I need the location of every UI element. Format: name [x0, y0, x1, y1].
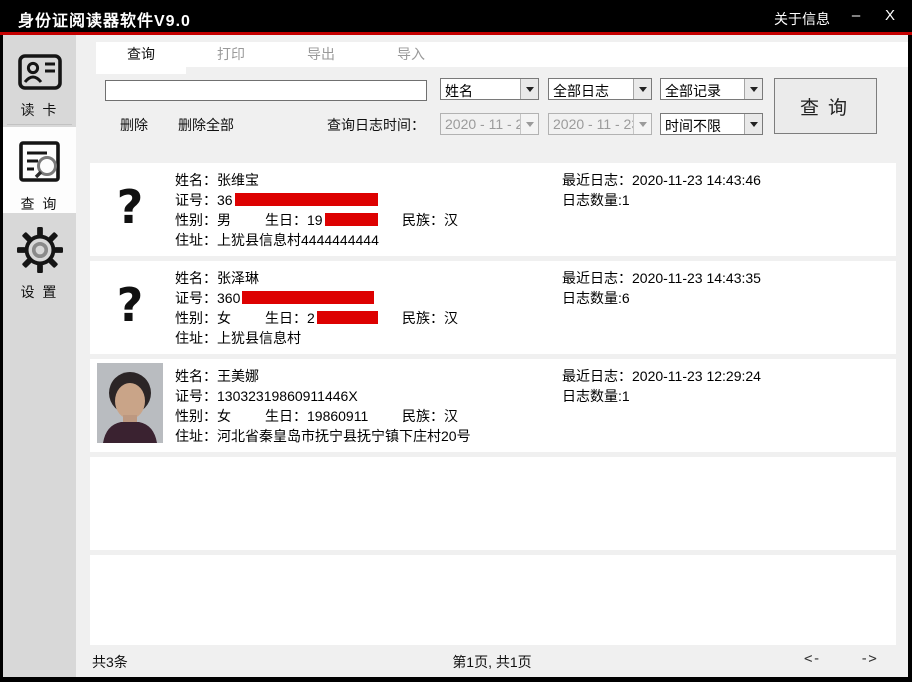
- tab-export[interactable]: 导出: [276, 42, 366, 67]
- record-name: 姓名：张维宝: [175, 170, 259, 190]
- chevron-down-icon[interactable]: [633, 114, 651, 134]
- log-type-select[interactable]: 全部日志: [548, 78, 652, 100]
- record-type-select-value: 全部记录: [665, 81, 721, 101]
- record-name: 姓名：张泽琳: [175, 268, 259, 288]
- main-panel: 查询 打印 导出 导入 姓名 全部日志 全部记录 查询 删除 删除全部 查询日志…: [76, 35, 908, 677]
- tab-query[interactable]: 查询: [96, 42, 186, 74]
- query-button[interactable]: 查询: [774, 78, 877, 134]
- about-menu-item[interactable]: 关于信息: [774, 9, 830, 29]
- time-range-select[interactable]: 时间不限: [660, 113, 763, 135]
- minimize-button[interactable]: –: [846, 7, 866, 24]
- record-row[interactable]: ? 姓名：张维宝 证号：36 性别：男 生日：19 民族：汉 住址：上犹县信息村…: [90, 163, 896, 256]
- chevron-down-icon[interactable]: [520, 79, 538, 99]
- sidebar-item-read-card[interactable]: 读 卡: [3, 53, 76, 123]
- record-row[interactable]: 姓名：王美娜 证号：13032319860911446X 性别：女 生日：198…: [90, 359, 896, 452]
- record-last-log: 最近日志：2020-11-23 12:29:24: [562, 366, 761, 386]
- sidebar-item-settings[interactable]: 设 置: [3, 227, 76, 297]
- app-window: 身份证阅读器软件V9.0 关于信息 – X 读 卡: [0, 0, 912, 682]
- prev-page-button[interactable]: <-: [804, 651, 821, 667]
- tab-bar: 查询 打印 导出 导入: [96, 42, 456, 74]
- portrait-photo: [97, 363, 163, 443]
- record-address: 住址：上犹县信息村: [175, 328, 301, 348]
- date-from-value: 2020 - 11 - 23: [445, 116, 531, 132]
- record-row-empty: [90, 457, 896, 550]
- next-page-button[interactable]: ->: [860, 651, 877, 667]
- record-log-count: 日志数量:1: [562, 386, 630, 406]
- sidebar-item-label: 查 询: [21, 196, 59, 212]
- time-range-value: 时间不限: [665, 116, 721, 136]
- delete-button[interactable]: 删除: [120, 115, 148, 135]
- close-button[interactable]: X: [880, 7, 900, 24]
- photo-placeholder-question-mark: ?: [97, 265, 163, 345]
- delete-all-button[interactable]: 删除全部: [178, 115, 234, 135]
- redaction-bar: [325, 213, 378, 226]
- field-select-value: 姓名: [445, 81, 473, 101]
- redaction-bar: [235, 193, 378, 206]
- record-log-count: 日志数量:6: [562, 288, 630, 308]
- record-name: 姓名：王美娜: [175, 366, 259, 386]
- record-log-count: 日志数量:1: [562, 190, 630, 210]
- gear-icon: [3, 227, 76, 278]
- window-title: 身份证阅读器软件V9.0: [18, 7, 191, 31]
- title-bar: 身份证阅读器软件V9.0 关于信息 – X: [0, 0, 912, 32]
- date-from-picker[interactable]: 2020 - 11 - 23: [440, 113, 539, 135]
- log-time-label: 查询日志时间：: [327, 115, 425, 135]
- page-indicator: 第1页, 共1页: [76, 652, 908, 672]
- field-select[interactable]: 姓名: [440, 78, 539, 100]
- search-input[interactable]: [105, 80, 427, 101]
- record-row-empty: [90, 555, 896, 645]
- record-id: 证号：13032319860911446X: [175, 386, 358, 406]
- tab-print[interactable]: 打印: [186, 42, 276, 67]
- sidebar-item-query[interactable]: 查 询: [3, 127, 76, 213]
- record-last-log: 最近日志：2020-11-23 14:43:46: [562, 170, 761, 190]
- id-card-icon: [3, 53, 76, 96]
- date-to-picker[interactable]: 2020 - 11 - 23: [548, 113, 652, 135]
- record-id: 证号：36: [175, 190, 378, 210]
- record-id: 证号：360: [175, 288, 374, 308]
- record-address: 住址：河北省秦皇岛市抚宁县抚宁镇下庄村20号: [175, 426, 471, 446]
- chevron-down-icon[interactable]: [520, 114, 538, 134]
- redaction-bar: [317, 311, 378, 324]
- record-address: 住址：上犹县信息村4444444444: [175, 230, 379, 250]
- search-doc-icon: [3, 139, 76, 190]
- sidebar-item-label: 读 卡: [21, 102, 59, 118]
- record-last-log: 最近日志：2020-11-23 14:43:35: [562, 268, 761, 288]
- record-row[interactable]: ? 姓名：张泽琳 证号：360 性别：女 生日：2 民族：汉 住址：上犹县信息村…: [90, 261, 896, 354]
- log-type-select-value: 全部日志: [553, 81, 609, 101]
- chevron-down-icon[interactable]: [744, 79, 762, 99]
- sidebar-divider: [7, 124, 72, 125]
- date-to-value: 2020 - 11 - 23: [553, 116, 639, 132]
- redaction-bar: [242, 291, 374, 304]
- sidebar: 读 卡 查 询: [3, 35, 76, 677]
- chevron-down-icon[interactable]: [633, 79, 651, 99]
- chevron-down-icon[interactable]: [744, 114, 762, 134]
- record-type-select[interactable]: 全部记录: [660, 78, 763, 100]
- tab-import[interactable]: 导入: [366, 42, 456, 67]
- sidebar-item-label: 设 置: [21, 284, 59, 300]
- photo-placeholder-question-mark: ?: [97, 167, 163, 247]
- window-body: 读 卡 查 询: [3, 35, 908, 677]
